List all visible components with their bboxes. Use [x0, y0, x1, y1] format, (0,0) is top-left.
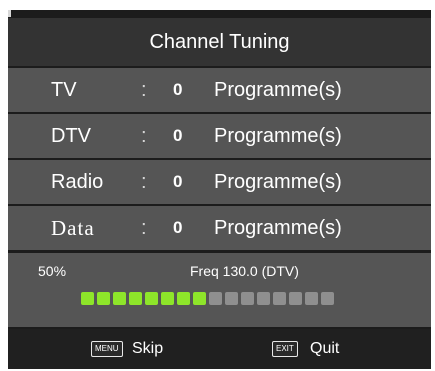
progress-segment-empty	[289, 292, 302, 305]
row-separator: :	[141, 171, 147, 193]
footer-bar: MENU Skip EXIT Quit	[8, 329, 431, 369]
progress-segment-filled	[97, 292, 110, 305]
dialog-title: Channel Tuning	[149, 31, 290, 53]
progress-segment-empty	[225, 292, 238, 305]
skip-label[interactable]: Skip	[132, 329, 163, 369]
progress-bar	[81, 292, 337, 305]
progress-segment-empty	[257, 292, 270, 305]
corner-marker	[8, 10, 11, 17]
row-unit: Programme(s)	[214, 171, 342, 193]
progress-segment-filled	[81, 292, 94, 305]
quit-label[interactable]: Quit	[310, 329, 339, 369]
progress-segment-filled	[177, 292, 190, 305]
progress-segment-filled	[161, 292, 174, 305]
row-unit: Programme(s)	[214, 125, 342, 147]
tuning-status-panel: 50% Freq 130.0 (DTV)	[8, 253, 431, 327]
row-radio: Radio : 0 Programme(s)	[8, 160, 431, 204]
menu-key-icon[interactable]: MENU	[91, 341, 123, 357]
row-separator: :	[141, 79, 147, 101]
row-label: DTV	[51, 125, 91, 147]
row-count: 0	[173, 218, 183, 237]
exit-key-icon[interactable]: EXIT	[272, 341, 298, 357]
progress-segment-empty	[321, 292, 334, 305]
progress-percent: 50%	[38, 263, 67, 279]
row-unit: Programme(s)	[214, 217, 342, 239]
row-label: Radio	[51, 171, 104, 193]
row-dtv: DTV : 0 Programme(s)	[8, 114, 431, 158]
progress-segment-empty	[241, 292, 254, 305]
row-count: 0	[173, 172, 183, 191]
progress-segment-empty	[305, 292, 318, 305]
progress-segment-filled	[129, 292, 142, 305]
progress-segment-empty	[273, 292, 286, 305]
progress-segment-empty	[209, 292, 222, 305]
row-count: 0	[173, 126, 183, 145]
row-tv: TV : 0 Programme(s)	[8, 68, 431, 112]
row-label: TV	[51, 79, 77, 101]
programme-count-list: TV : 0 Programme(s) DTV : 0 Programme(s)…	[8, 68, 431, 252]
row-unit: Programme(s)	[214, 79, 342, 101]
row-data: Data : 0 Programme(s)	[8, 206, 431, 250]
progress-segment-filled	[113, 292, 126, 305]
row-separator: :	[141, 125, 147, 147]
frequency-readout: Freq 130.0 (DTV)	[190, 263, 299, 279]
dialog-header: Channel Tuning	[8, 18, 431, 66]
progress-segment-filled	[145, 292, 158, 305]
row-separator: :	[141, 217, 147, 239]
row-count: 0	[173, 80, 183, 99]
row-label: Data	[51, 216, 95, 240]
progress-segment-filled	[193, 292, 206, 305]
